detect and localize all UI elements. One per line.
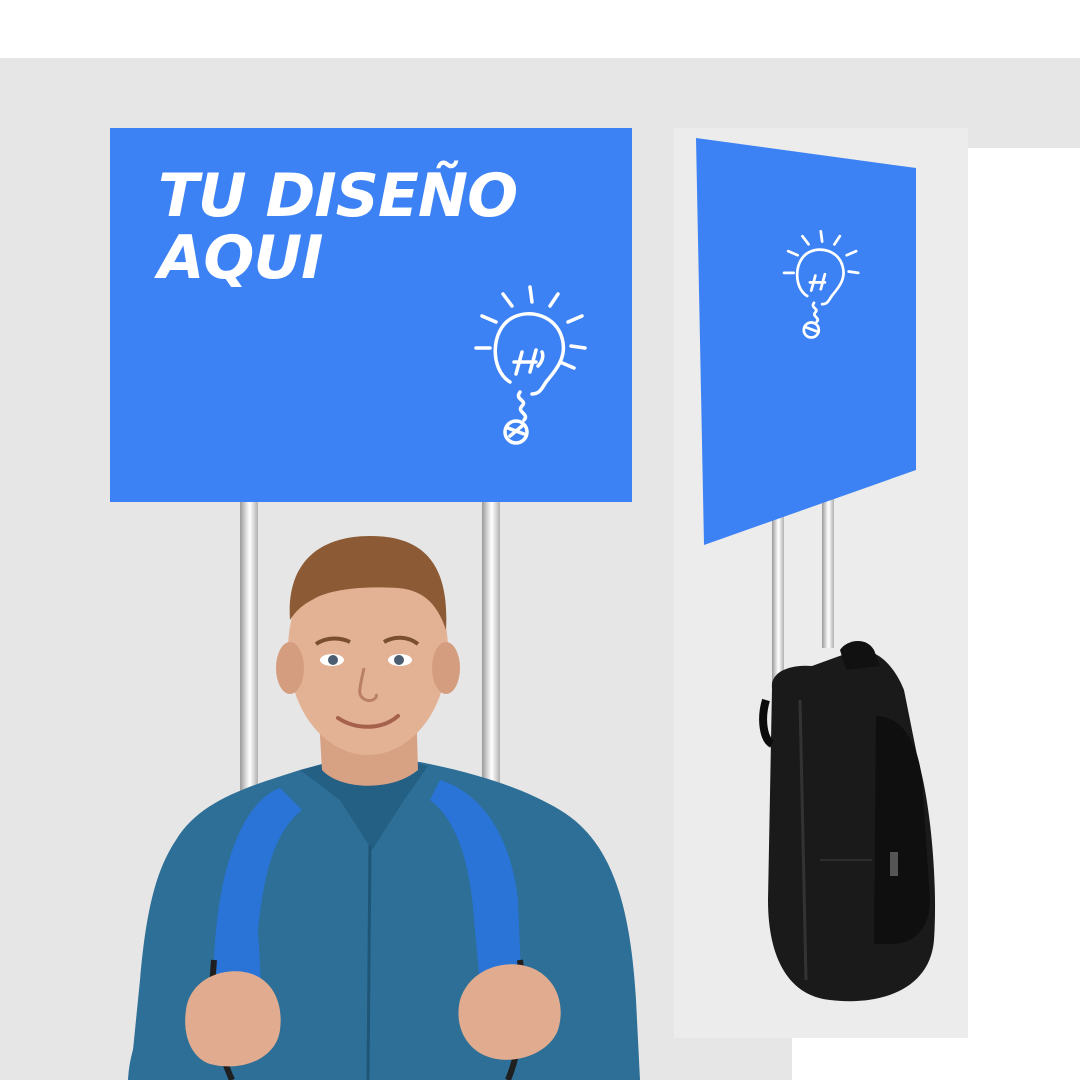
person-image [128,536,640,1080]
ad-canvas: TU DISEÑO AQUI [0,0,1080,1080]
